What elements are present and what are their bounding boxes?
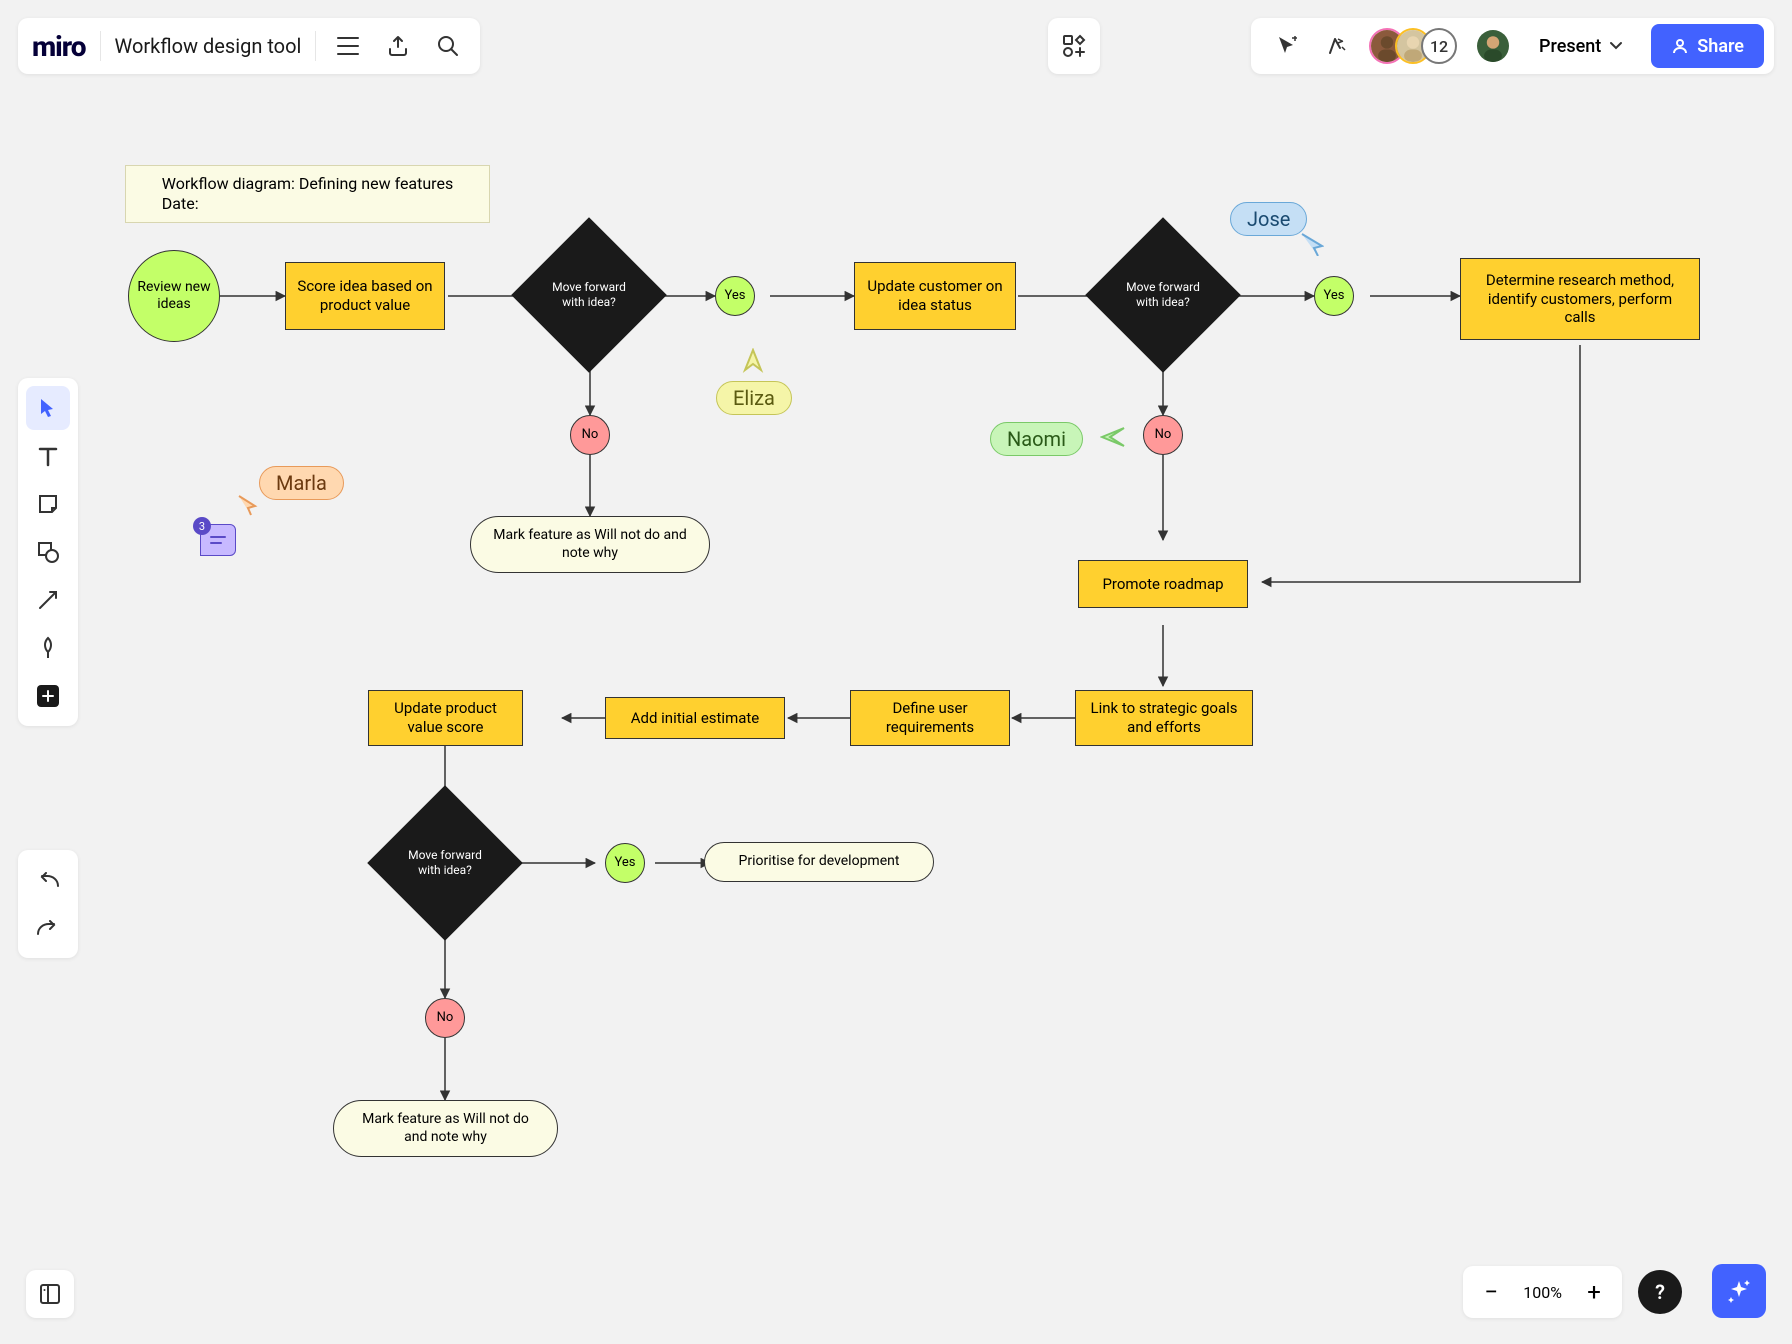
- cursor-eliza: Eliza: [716, 381, 792, 415]
- node-update-customer[interactable]: Update customer on idea status: [854, 262, 1016, 330]
- node-decision3[interactable]: Move forward with idea?: [367, 785, 523, 941]
- node-mark1[interactable]: Mark feature as Will not do and note why: [470, 516, 710, 573]
- cursor-naomi: Naomi: [990, 422, 1083, 456]
- cursor-jose-icon: [1300, 232, 1324, 256]
- node-promote[interactable]: Promote roadmap: [1078, 560, 1248, 608]
- title-note[interactable]: Workflow diagram: Defining new features …: [125, 165, 490, 223]
- node-link[interactable]: Link to strategic goals and efforts: [1075, 690, 1253, 746]
- node-yes2[interactable]: Yes: [1314, 276, 1354, 316]
- node-no2[interactable]: No: [1143, 415, 1183, 455]
- cursor-marla-icon: [237, 494, 259, 516]
- cursor-marla: Marla: [259, 466, 344, 500]
- node-decision2[interactable]: Move forward with idea?: [1085, 217, 1241, 373]
- node-score[interactable]: Score idea based on product value: [285, 262, 445, 330]
- node-start[interactable]: Review new ideas: [128, 250, 220, 342]
- cursor-eliza-icon: [742, 348, 764, 374]
- node-add-est[interactable]: Add initial estimate: [605, 697, 785, 739]
- node-yes1[interactable]: Yes: [715, 276, 755, 316]
- node-mark2[interactable]: Mark feature as Will not do and note why: [333, 1100, 558, 1157]
- node-prioritise[interactable]: Prioritise for development: [704, 842, 934, 882]
- node-define[interactable]: Define user requirements: [850, 690, 1010, 746]
- canvas[interactable]: Workflow diagram: Defining new features …: [0, 0, 1792, 1344]
- comment-lines-icon: [209, 534, 227, 546]
- note-line1: Workflow diagram: Defining new features: [162, 174, 453, 194]
- node-update-score[interactable]: Update product value score: [368, 690, 523, 746]
- node-yes3[interactable]: Yes: [605, 843, 645, 883]
- comment-count-badge: 3: [193, 517, 211, 535]
- node-no3[interactable]: No: [425, 998, 465, 1038]
- cursor-naomi-icon: [1100, 426, 1126, 448]
- comment-bubble[interactable]: 3: [200, 524, 236, 556]
- note-line2: Date:: [162, 194, 453, 214]
- node-decision1[interactable]: Move forward with idea?: [511, 217, 667, 373]
- cursor-jose: Jose: [1230, 202, 1307, 236]
- node-no1[interactable]: No: [570, 415, 610, 455]
- node-determine[interactable]: Determine research method, identify cust…: [1460, 258, 1700, 340]
